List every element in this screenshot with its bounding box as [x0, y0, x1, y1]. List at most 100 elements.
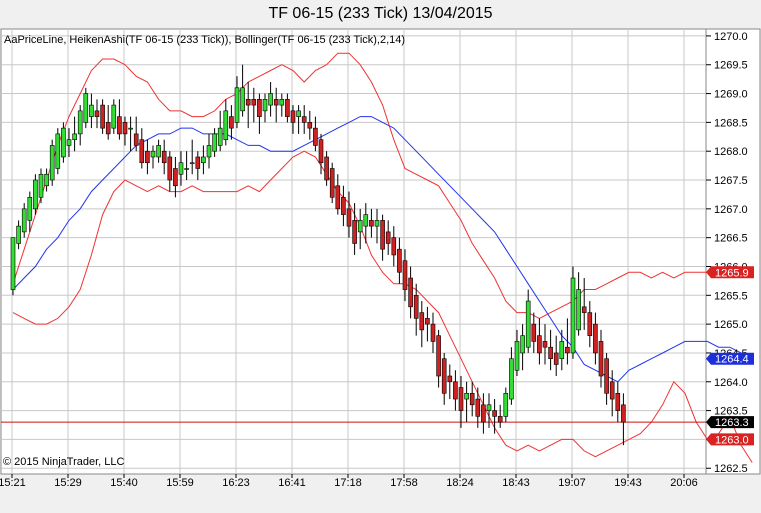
- candle-up: [514, 341, 520, 371]
- candle-up: [240, 87, 245, 112]
- price-label-text: 1264.4: [715, 354, 749, 366]
- candle-down: [290, 110, 296, 123]
- candle-up: [156, 145, 161, 158]
- chart[interactable]: 1262.51263.01263.51264.01264.51265.01265…: [0, 0, 761, 513]
- candle-down: [537, 335, 542, 354]
- candle-down: [402, 260, 408, 290]
- candle-up: [559, 341, 565, 360]
- candle-down: [341, 197, 346, 215]
- candle-up: [464, 393, 469, 400]
- x-tick-label: 15:59: [166, 477, 194, 489]
- candle-down: [397, 248, 402, 273]
- candle-down: [273, 99, 279, 106]
- candle-down: [430, 323, 436, 342]
- candle-down: [458, 387, 464, 411]
- candle-down: [621, 404, 626, 423]
- candle-up: [10, 237, 16, 290]
- x-tick-label: 17:58: [390, 477, 418, 489]
- candle-down: [161, 150, 167, 164]
- x-tick-label: 16:23: [222, 477, 250, 489]
- x-tick-label: 15:21: [0, 477, 26, 489]
- candle-up: [576, 289, 581, 331]
- candle-down: [481, 404, 486, 423]
- candle-up: [150, 150, 156, 158]
- candle-up: [486, 404, 492, 411]
- x-axis: 15:21 15:29 15:40 15:59 16:23 16:41 17:18 17:58…: [0, 474, 698, 489]
- candle-up: [16, 225, 21, 244]
- candle-up: [234, 87, 240, 123]
- candle-up: [212, 133, 217, 152]
- x-tick-label: 19:43: [614, 477, 642, 489]
- candle-up: [27, 197, 33, 221]
- candle-up: [66, 139, 72, 146]
- indicator-label: AaPriceLine, HeikenAshi(TF 06-15 (233 Ti…: [4, 34, 405, 46]
- candle-up: [33, 179, 38, 210]
- plot-area[interactable]: [0, 28, 707, 475]
- candle-up: [38, 173, 44, 198]
- candle-up: [189, 162, 195, 165]
- candle-up: [520, 335, 525, 354]
- candle-down: [391, 237, 397, 256]
- candle-down: [100, 104, 105, 129]
- candle-down: [453, 381, 458, 400]
- candle-down: [380, 220, 385, 250]
- candle-down: [593, 323, 598, 354]
- price-label-text: 1263.3: [715, 417, 749, 429]
- candle-up: [83, 93, 89, 123]
- y-tick-label: 1266.5: [714, 233, 748, 245]
- candle-down: [615, 393, 621, 411]
- candle-down: [195, 156, 201, 169]
- x-tick-label: 16:41: [278, 477, 306, 489]
- candle-up: [89, 104, 94, 117]
- y-tick-label: 1269.5: [714, 60, 748, 72]
- candle-down: [167, 156, 173, 181]
- candle-up: [374, 220, 380, 227]
- candle-up: [503, 393, 509, 417]
- x-tick-label: 18:43: [502, 477, 530, 489]
- candle-down: [285, 99, 290, 117]
- candle-down: [329, 168, 335, 198]
- candle-up: [262, 99, 268, 112]
- y-tick-label: 1263.5: [714, 406, 748, 418]
- candle-up: [128, 127, 133, 130]
- candle-up: [44, 173, 49, 187]
- candle-down: [609, 381, 615, 400]
- candle-down: [105, 122, 111, 135]
- candle-down: [469, 393, 475, 406]
- candle-down: [425, 318, 430, 325]
- candle-up: [184, 168, 189, 170]
- price-label-text: 1263.0: [715, 434, 749, 446]
- x-tick-label: 19:07: [558, 477, 586, 489]
- candle-down: [565, 346, 570, 354]
- candle-up: [49, 145, 55, 181]
- candle-up: [357, 220, 363, 233]
- y-tick-label: 1264.0: [714, 377, 748, 389]
- candle-down: [408, 277, 413, 308]
- candle-down: [139, 139, 145, 164]
- candle-up: [111, 104, 117, 129]
- candle-up: [206, 145, 212, 158]
- candle-down: [117, 116, 122, 135]
- candle-down: [318, 139, 324, 164]
- candle-down: [441, 358, 447, 394]
- y-tick-label: 1268.0: [714, 146, 748, 158]
- candle-down: [145, 150, 150, 164]
- y-tick-label: 1262.5: [714, 463, 748, 475]
- candle-up: [296, 110, 301, 117]
- candle-down: [542, 341, 548, 348]
- candle-down: [133, 133, 139, 146]
- candle-down: [324, 156, 329, 181]
- candle-down: [385, 231, 391, 244]
- candle-down: [447, 375, 453, 383]
- candle-up: [525, 300, 531, 348]
- candle-up: [178, 162, 184, 175]
- candle-down: [492, 410, 497, 417]
- candle-down: [419, 312, 425, 331]
- y-tick-label: 1270.0: [714, 31, 748, 43]
- y-tick-label: 1269.0: [714, 89, 748, 101]
- candle-down: [352, 220, 357, 244]
- x-tick-label: 20:06: [670, 477, 698, 489]
- candle-down: [229, 116, 234, 129]
- candle-up: [363, 214, 369, 227]
- candle-up: [201, 156, 206, 164]
